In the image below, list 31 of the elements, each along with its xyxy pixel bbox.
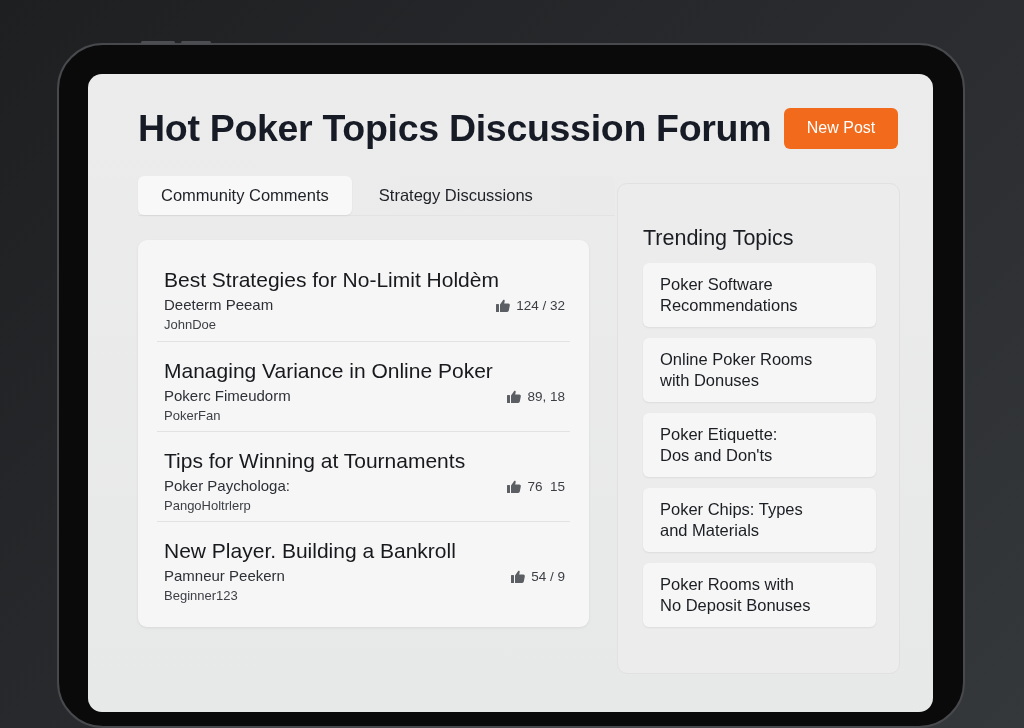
post-title[interactable]: Best Strategies for No-Limit Holdèm bbox=[164, 268, 565, 292]
topic-item[interactable]: Poker Software Recommendations bbox=[643, 263, 876, 327]
post-author: JohnDoe bbox=[164, 316, 218, 334]
tab[interactable]: Strategy Discussions bbox=[355, 176, 556, 215]
post-title[interactable]: New Player. Building a Bankroll bbox=[164, 539, 565, 563]
thumbs-up-icon bbox=[507, 389, 522, 403]
post-title[interactable]: Managing Variance in Online Poker bbox=[164, 359, 565, 383]
hardware-button[interactable] bbox=[141, 41, 175, 44]
post-subtitle: Poker Paychologa: bbox=[164, 476, 291, 496]
topic-item[interactable]: Poker Chips: Types and Materials bbox=[643, 488, 876, 552]
post-title[interactable]: Tips for Winning at Tournaments bbox=[164, 449, 565, 473]
thumbs-up-icon bbox=[496, 298, 511, 312]
post-author: PokerFan bbox=[164, 407, 222, 425]
tab[interactable]: Community Comments bbox=[138, 176, 352, 215]
post-subtitle: Pokerc Fimeudorm bbox=[164, 386, 292, 406]
post-author: Beginner123 bbox=[164, 587, 239, 605]
post-subtitle: Pamneur Peekern bbox=[164, 566, 286, 586]
topic-item[interactable]: Online Poker Rooms with Donuses bbox=[643, 338, 876, 402]
page-title: Hot Poker Topics Discussion Forum bbox=[138, 106, 772, 150]
post-stats: 76 15 bbox=[527, 478, 565, 494]
topic-item[interactable]: Poker Rooms with No Deposit Bonuses bbox=[643, 563, 876, 627]
post-subtitle: Deeterm Peeam bbox=[164, 295, 275, 315]
post-stats: 89, 18 bbox=[527, 388, 565, 404]
panel-title: Trending Topics bbox=[643, 225, 795, 251]
topic-item[interactable]: Poker Etiquette: Dos and Don'ts bbox=[643, 413, 876, 477]
thumbs-up-icon bbox=[511, 569, 526, 583]
post-stats: 54 / 9 bbox=[531, 568, 565, 584]
post-author: PangoHoltrlerp bbox=[164, 497, 252, 515]
hardware-button[interactable] bbox=[181, 41, 211, 44]
post-stats: 124 / 32 bbox=[516, 297, 565, 313]
thumbs-up-icon bbox=[507, 479, 522, 493]
